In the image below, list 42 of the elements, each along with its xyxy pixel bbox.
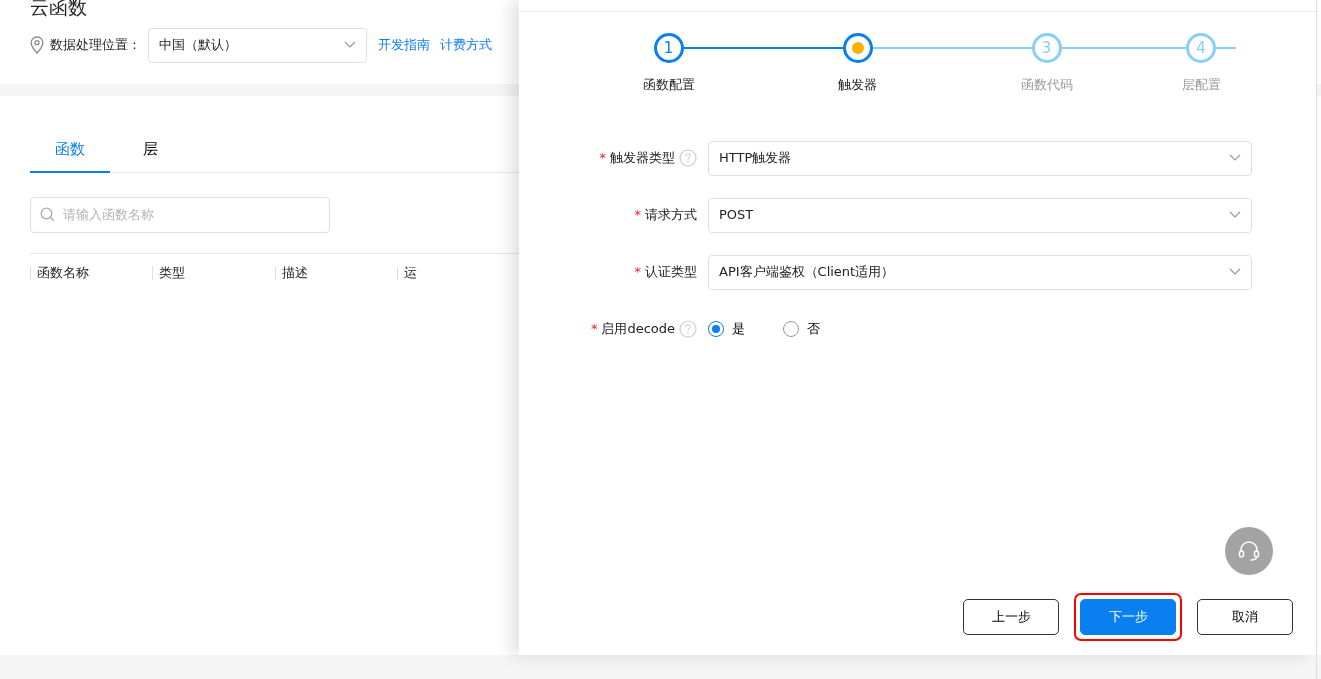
chevron-down-icon bbox=[1229, 211, 1241, 219]
step-circle: 4 bbox=[1186, 33, 1216, 63]
tab[interactable]: 函数 bbox=[30, 132, 110, 173]
search-icon bbox=[40, 206, 55, 222]
doc-link[interactable]: 计费方式 bbox=[439, 35, 492, 55]
step-circle: 1 bbox=[653, 33, 684, 63]
radio-option[interactable]: 否 bbox=[783, 319, 820, 339]
tab[interactable]: 层 bbox=[110, 132, 190, 173]
step-label: 层配置 bbox=[1181, 76, 1221, 94]
step-label: 触发器 bbox=[838, 76, 877, 94]
headset-icon bbox=[1237, 540, 1261, 562]
radio-option[interactable]: 是 bbox=[708, 319, 745, 339]
current-dot-icon bbox=[851, 42, 864, 54]
required-mark: * bbox=[634, 263, 641, 282]
step-label: 函数代码 bbox=[1020, 76, 1073, 94]
field-label: 启用decode bbox=[601, 320, 675, 339]
location-pin-icon bbox=[30, 36, 44, 54]
field-label: 请求方式 bbox=[645, 206, 697, 225]
step-button[interactable]: 取消 bbox=[1197, 599, 1293, 635]
chevron-down-icon bbox=[1229, 154, 1241, 162]
select-field[interactable]: API客户端鉴权（Client适用） bbox=[708, 254, 1252, 290]
chevron-down-icon bbox=[343, 41, 356, 49]
support-button[interactable] bbox=[1225, 527, 1273, 575]
column-header: 函数名称 bbox=[30, 265, 153, 280]
doc-link[interactable]: 开发指南 bbox=[377, 35, 430, 55]
column-header: 类型 bbox=[152, 265, 275, 280]
step-circle: 3 bbox=[1031, 33, 1062, 63]
field-label: 触发器类型 bbox=[610, 149, 675, 168]
field-label: 认证类型 bbox=[645, 263, 697, 282]
required-mark: * bbox=[590, 320, 598, 339]
required-mark: * bbox=[634, 206, 641, 225]
step-button[interactable]: 上一步 bbox=[963, 599, 1059, 635]
column-header: 描述 bbox=[274, 265, 397, 280]
step-label: 函数配置 bbox=[642, 76, 695, 94]
step-button[interactable]: 下一步 bbox=[1080, 599, 1176, 635]
required-mark: * bbox=[599, 149, 606, 168]
region-select[interactable]: 中国（默认） bbox=[147, 27, 367, 63]
chevron-down-icon bbox=[1229, 268, 1241, 276]
select-field[interactable]: POST bbox=[708, 197, 1252, 233]
search-field[interactable]: 请输入函数名称 bbox=[30, 196, 330, 233]
select-field[interactable]: HTTP触发器 bbox=[708, 140, 1252, 176]
field-label: 数据处理位置： bbox=[50, 36, 141, 55]
